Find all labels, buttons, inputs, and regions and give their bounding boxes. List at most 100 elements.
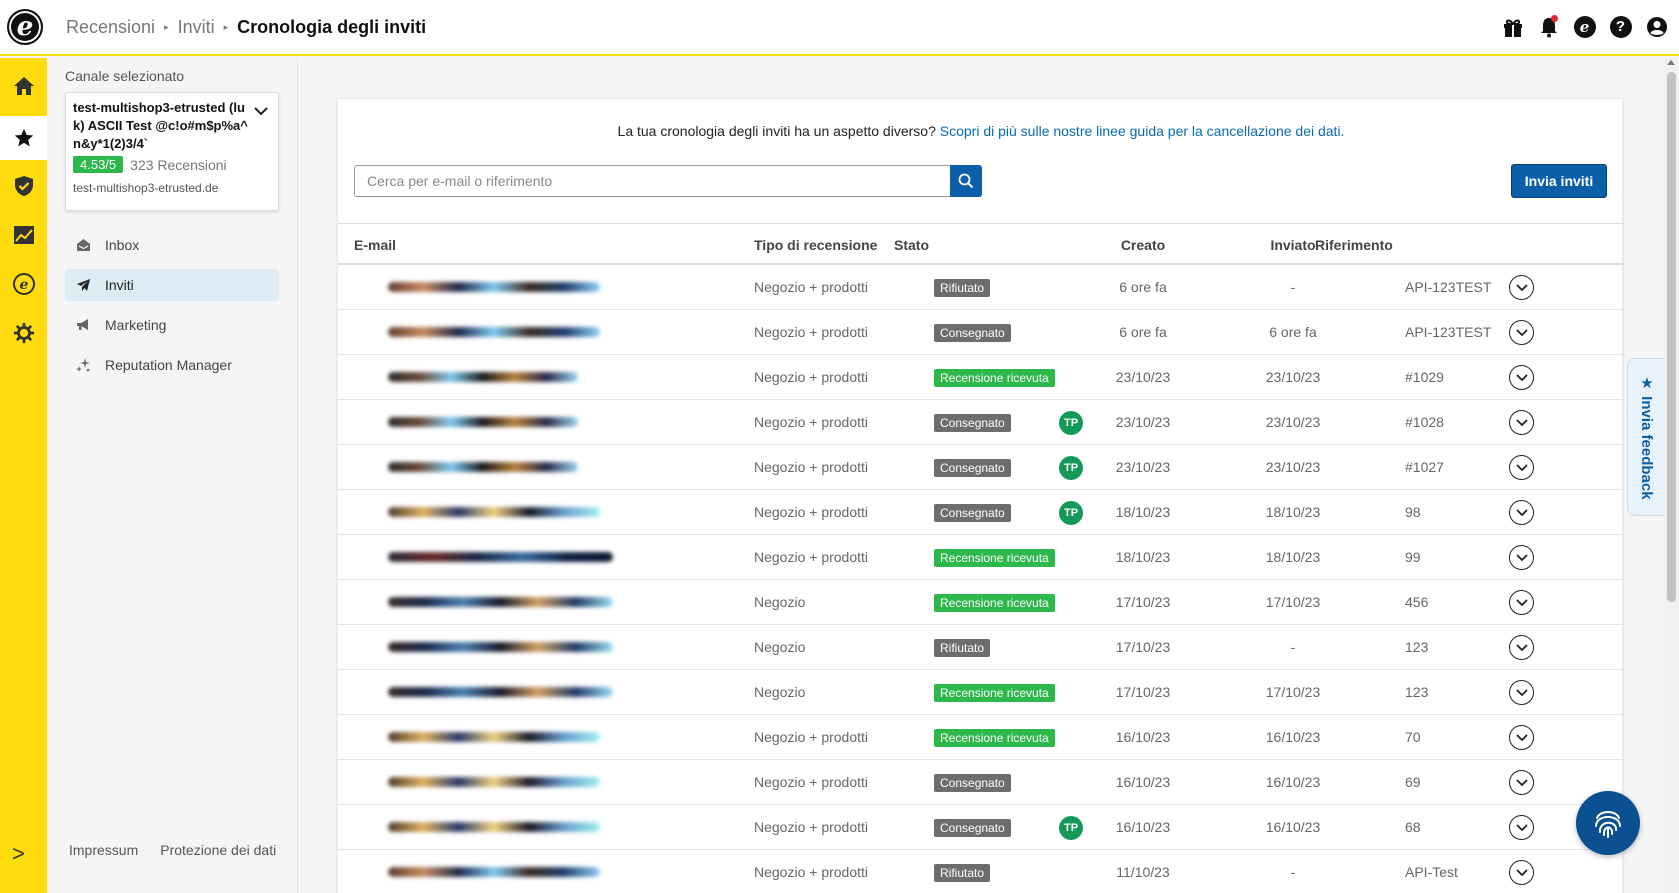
expand-row-button[interactable] <box>1509 725 1534 750</box>
table-row[interactable]: Negozio + prodotti Consegnato TP 18/10/2… <box>338 490 1624 535</box>
column-reference[interactable]: Riferimento <box>1315 237 1393 253</box>
reference-cell: #1029 <box>1405 369 1444 385</box>
help-icon[interactable]: ? <box>1608 14 1633 39</box>
expand-row-button[interactable] <box>1509 635 1534 660</box>
scrollbar-thumb[interactable] <box>1667 72 1676 602</box>
expand-row-button[interactable] <box>1509 545 1534 570</box>
expand-row-button[interactable] <box>1509 770 1534 795</box>
table-row[interactable]: Negozio + prodotti Recensione ricevuta 1… <box>338 715 1624 760</box>
status-badge: Consegnato <box>934 774 1011 792</box>
chevron-down-icon[interactable] <box>254 103 268 121</box>
fingerprint-icon <box>1595 811 1621 838</box>
email-redacted <box>388 417 578 427</box>
scrollbar[interactable] <box>1664 58 1679 893</box>
breadcrumb-reviews[interactable]: Recensioni <box>66 17 155 38</box>
chevron-down-icon <box>1515 778 1528 786</box>
bell-icon[interactable] <box>1536 14 1561 39</box>
impressum-link[interactable]: Impressum <box>69 842 138 858</box>
expand-row-button[interactable] <box>1509 410 1534 435</box>
table-row[interactable]: Negozio + prodotti Rifiutato 11/10/23 - … <box>338 850 1624 893</box>
table-row[interactable]: Negozio Recensione ricevuta 17/10/23 17/… <box>338 670 1624 715</box>
reference-cell: 98 <box>1405 504 1421 520</box>
expand-rail-icon[interactable]: > <box>12 841 25 867</box>
privacy-link[interactable]: Protezione dei dati <box>160 842 276 858</box>
reference-cell: 456 <box>1405 594 1429 610</box>
etrusted-icon[interactable]: e <box>1572 14 1597 39</box>
nav-item-invites[interactable]: Inviti <box>65 269 279 301</box>
expand-row-button[interactable] <box>1509 860 1534 885</box>
email-redacted <box>388 507 600 517</box>
account-icon[interactable] <box>1644 14 1669 39</box>
reference-cell: #1028 <box>1405 414 1444 430</box>
table-row[interactable]: Negozio + prodotti Rifiutato 6 ore fa - … <box>338 265 1624 310</box>
column-created[interactable]: Creato <box>1078 237 1208 253</box>
expand-row-button[interactable] <box>1509 500 1534 525</box>
status-badge: Rifiutato <box>934 864 991 882</box>
sent-cell: 23/10/23 <box>1265 369 1321 385</box>
table-row[interactable]: Negozio + prodotti Consegnato TP 16/10/2… <box>338 805 1624 850</box>
left-rail: e > <box>0 58 47 893</box>
chart-icon[interactable] <box>0 213 47 257</box>
scroll-up-icon[interactable] <box>1667 60 1675 65</box>
expand-row-button[interactable] <box>1509 590 1534 615</box>
expand-row-button[interactable] <box>1509 680 1534 705</box>
sent-cell: - <box>1290 639 1296 655</box>
fingerprint-button[interactable] <box>1576 791 1640 855</box>
gift-icon[interactable] <box>1500 14 1525 39</box>
table-row[interactable]: Negozio Rifiutato 17/10/23 - 123 <box>338 625 1624 670</box>
notification-dot <box>1551 15 1558 22</box>
review-type-cell: Negozio + prodotti <box>754 369 869 385</box>
home-icon[interactable] <box>0 64 47 108</box>
table-row[interactable]: Negozio + prodotti Recensione ricevuta 2… <box>338 355 1624 400</box>
search-input[interactable] <box>354 165 950 197</box>
feedback-tab[interactable]: ★ Invia feedback <box>1627 358 1664 516</box>
gear-icon[interactable] <box>0 311 47 355</box>
table-row[interactable]: Negozio + prodotti Consegnato 16/10/23 1… <box>338 760 1624 805</box>
nav-item-marketing[interactable]: Marketing <box>65 309 279 341</box>
table-row[interactable]: Negozio + prodotti Consegnato TP 23/10/2… <box>338 445 1624 490</box>
expand-row-button[interactable] <box>1509 365 1534 390</box>
shield-icon[interactable] <box>0 164 47 208</box>
table-row[interactable]: Negozio Recensione ricevuta 17/10/23 17/… <box>338 580 1624 625</box>
sent-cell: 16/10/23 <box>1265 729 1321 745</box>
star-icon[interactable] <box>0 116 47 160</box>
sent-cell: 17/10/23 <box>1265 594 1321 610</box>
created-cell: 16/10/23 <box>1115 819 1171 835</box>
reference-cell: 69 <box>1405 774 1421 790</box>
expand-row-button[interactable] <box>1509 815 1534 840</box>
review-type-cell: Negozio + prodotti <box>754 819 869 835</box>
chevron-down-icon <box>1515 418 1528 426</box>
review-type-cell: Negozio + prodotti <box>754 549 869 565</box>
nav-item-reputation-manager[interactable]: Reputation Manager <box>65 349 279 381</box>
column-email[interactable]: E-mail <box>354 237 396 253</box>
channel-selector[interactable]: test-multishop3-etrusted (luk) ASCII Tes… <box>65 92 279 211</box>
expand-row-button[interactable] <box>1509 455 1534 480</box>
nav-item-inbox[interactable]: Inbox <box>65 229 279 261</box>
etrusted-logo[interactable]: e <box>7 9 43 45</box>
invites-card: La tua cronologia degli inviti ha un asp… <box>337 98 1624 893</box>
notice-text: La tua cronologia degli inviti ha un asp… <box>617 123 940 139</box>
expand-row-button[interactable] <box>1509 275 1534 300</box>
send-invites-button[interactable]: Invia inviti <box>1511 164 1607 198</box>
email-redacted <box>388 687 613 697</box>
breadcrumb-invites[interactable]: Inviti <box>178 17 215 38</box>
table-row[interactable]: Negozio + prodotti Recensione ricevuta 1… <box>338 535 1624 580</box>
column-review-type[interactable]: Tipo di recensione <box>754 237 877 253</box>
search-button[interactable] <box>950 165 982 197</box>
expand-row-button[interactable] <box>1509 320 1534 345</box>
review-type-cell: Negozio + prodotti <box>754 279 869 295</box>
search-icon <box>958 173 974 189</box>
status-badge: Rifiutato <box>934 639 991 657</box>
table-row[interactable]: Negozio + prodotti Consegnato TP 23/10/2… <box>338 400 1624 445</box>
table-row[interactable]: Negozio + prodotti Consegnato 6 ore fa 6… <box>338 310 1624 355</box>
notice-link[interactable]: Scopri di più sulle nostre linee guida p… <box>940 123 1345 139</box>
email-redacted <box>388 777 600 787</box>
sent-cell: 23/10/23 <box>1265 459 1321 475</box>
etrusted-icon[interactable]: e <box>0 262 47 306</box>
chevron-down-icon <box>1515 508 1528 516</box>
email-redacted <box>388 327 600 337</box>
status-badge: Recensione ricevuta <box>934 729 1055 747</box>
side-panel: Canale selezionato test-multishop3-etrus… <box>47 58 298 893</box>
column-status[interactable]: Stato <box>894 237 929 253</box>
breadcrumb: Recensioni ▸ Inviti ▸ Cronologia degli i… <box>66 17 426 38</box>
